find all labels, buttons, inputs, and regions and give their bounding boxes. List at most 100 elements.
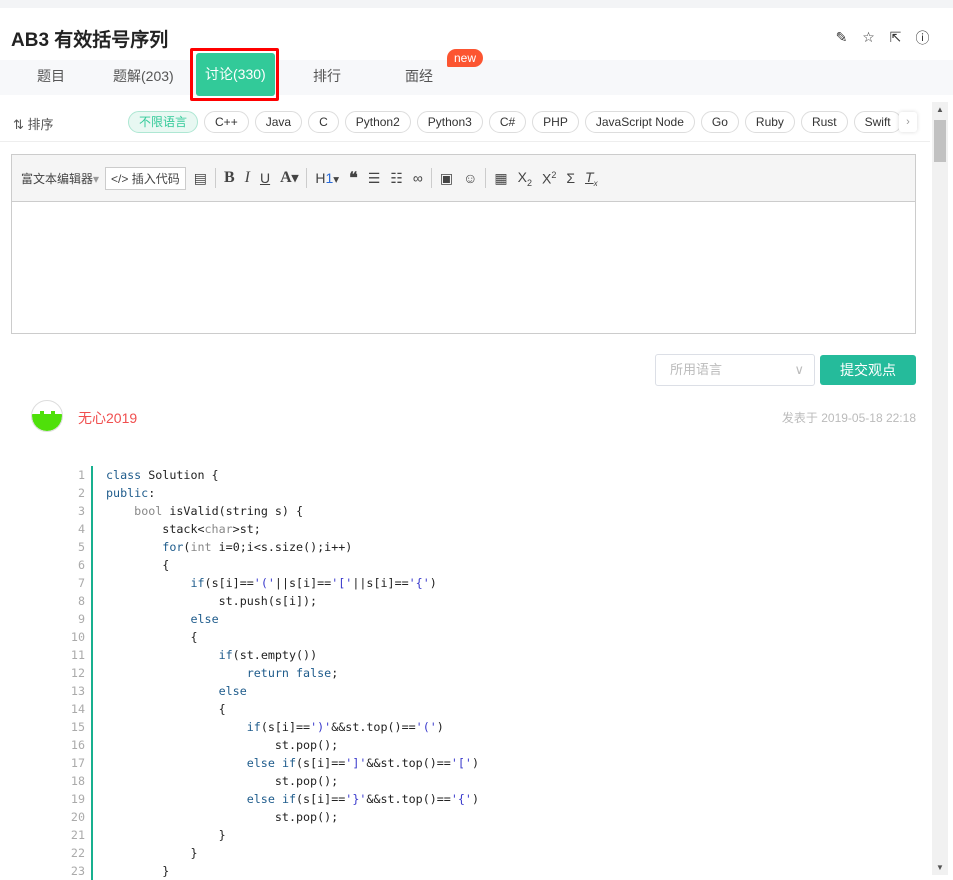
line-number: 19 — [70, 792, 85, 806]
language-chip[interactable]: Python3 — [416, 111, 483, 133]
unordered-list-icon[interactable]: ☷ — [388, 170, 405, 187]
language-chip[interactable]: PHP — [532, 111, 579, 133]
link-icon[interactable]: ∞ — [411, 170, 425, 186]
editor-content[interactable] — [12, 202, 915, 333]
share-icon[interactable]: ⇱ — [887, 29, 904, 46]
code-line: 2 public: — [60, 484, 920, 502]
language-chip[interactable]: C# — [488, 111, 527, 133]
avatar[interactable] — [31, 400, 63, 432]
code-text: st.pop(); — [106, 774, 339, 788]
code-text: else — [218, 684, 247, 698]
line-number: 6 — [77, 558, 85, 572]
language-chip[interactable]: Go — [700, 111, 739, 133]
info-icon[interactable]: ⓘ — [914, 29, 931, 46]
line-number: 12 — [70, 666, 85, 680]
quote-icon[interactable]: ❝ — [347, 168, 360, 188]
scrollbar[interactable]: ▲ ▼ — [932, 102, 948, 875]
formula-icon[interactable]: Σ — [564, 170, 577, 186]
superscript-icon[interactable]: X2 — [540, 170, 558, 187]
table-icon[interactable]: ▦ — [492, 170, 509, 187]
code-text: public: — [106, 486, 156, 500]
font-color-icon[interactable]: A▾ — [278, 169, 300, 187]
submit-button[interactable]: 提交观点 — [820, 355, 916, 385]
line-number: 9 — [77, 612, 85, 626]
language-chip[interactable]: Rust — [800, 111, 848, 133]
language-chip[interactable]: Python2 — [344, 111, 411, 133]
author-name[interactable]: 无心2019 — [78, 408, 137, 428]
line-number: 11 — [70, 648, 85, 662]
sort-button[interactable]: ⇅ 排序 — [13, 114, 54, 133]
top-strip — [0, 0, 953, 8]
code-line: 11 if(st.empty()) — [60, 646, 920, 664]
line-number: 17 — [70, 756, 85, 770]
code-text: { — [106, 702, 226, 716]
code-text: stack<char>st; — [106, 522, 261, 536]
tab-ranking[interactable]: 排行 — [313, 60, 341, 95]
tab-solutions[interactable]: 题解(203) — [113, 60, 174, 95]
scrollbar-thumb[interactable] — [934, 120, 946, 162]
code-line: 16 st.pop(); — [60, 736, 920, 754]
tab-problem[interactable]: 题目 — [37, 60, 65, 95]
insert-code-button[interactable]: </> 插入代码 — [105, 166, 186, 190]
code-line: 18 st.pop(); — [60, 772, 920, 790]
highlight-box — [190, 48, 279, 101]
line-number: 15 — [70, 720, 85, 734]
line-number: 14 — [70, 702, 85, 716]
code-line: 21 } — [60, 826, 920, 844]
language-chip[interactable]: C++ — [204, 111, 249, 133]
line-number: 16 — [70, 738, 85, 752]
ordered-list-icon[interactable]: ☰ — [366, 170, 383, 187]
line-number: 2 — [77, 486, 85, 500]
clear-format-icon[interactable]: Tx — [583, 169, 600, 188]
code-line: 8 st.push(s[i]); — [60, 592, 920, 610]
scroll-down-icon[interactable]: ▼ — [932, 863, 948, 872]
language-chip[interactable]: Ruby — [744, 111, 795, 133]
code-text: st.pop(); — [106, 810, 339, 824]
line-number: 7 — [77, 576, 85, 590]
code-text: class Solution { — [106, 468, 219, 482]
tab-interview[interactable]: 面经 — [405, 60, 433, 95]
page-title: AB3 有效括号序列 — [11, 30, 169, 51]
chevron-right-icon[interactable]: › — [899, 112, 917, 132]
language-chip[interactable]: C — [308, 111, 339, 133]
code-text: { — [106, 630, 198, 644]
image-icon[interactable]: ▣ — [438, 170, 455, 187]
code-line: 10 { — [60, 628, 920, 646]
document-icon[interactable]: ▤ — [192, 170, 209, 187]
code-line: 7 if(s[i]=='('||s[i]=='['||s[i]=='{') — [60, 574, 920, 592]
code-text: } — [106, 828, 226, 842]
code-line: 9 else — [60, 610, 920, 628]
new-badge: new — [447, 49, 484, 67]
subscript-icon[interactable]: X2 — [516, 169, 534, 188]
editor-toolbar: 富文本编辑器▾ </> 插入代码 ▤ B I U A▾ H1▾ ❝ ☰ ☷ ∞ … — [12, 155, 915, 202]
language-chip[interactable]: Swift — [853, 111, 902, 133]
language-chip[interactable]: 不限语言 — [128, 111, 199, 133]
line-number: 5 — [77, 540, 85, 554]
code-text: bool isValid(string s) { — [134, 504, 304, 518]
line-number: 4 — [77, 522, 85, 536]
underline-icon[interactable]: U — [258, 170, 272, 186]
heading-icon[interactable]: H1▾ — [313, 170, 341, 186]
italic-icon[interactable]: I — [243, 169, 252, 187]
star-icon[interactable]: ☆ — [860, 29, 877, 46]
code-text: return false; — [246, 666, 339, 680]
line-number: 20 — [70, 810, 85, 824]
language-filter: ⇅ 排序 不限语言 C++ Java C Python2 Python3 C# PHP Java… — [0, 102, 930, 142]
language-select[interactable]: 所用语言 ∨ — [655, 354, 815, 386]
code-text: if(st.empty()) — [218, 648, 318, 662]
code-line: 17 else if(s[i]==']'&&st.top()=='[') — [60, 754, 920, 772]
edit-icon[interactable]: ✎ — [833, 29, 850, 46]
line-number: 22 — [70, 846, 85, 860]
emoji-icon[interactable]: ☺ — [461, 170, 479, 186]
bold-icon[interactable]: B — [222, 169, 237, 187]
scroll-up-icon[interactable]: ▲ — [932, 105, 948, 114]
code-line: 4 stack<char>st; — [60, 520, 920, 538]
language-chip[interactable]: Java — [254, 111, 303, 133]
editor-mode-select[interactable]: 富文本编辑器▾ — [21, 170, 99, 187]
code-text: st.push(s[i]); — [106, 594, 318, 608]
language-chip[interactable]: JavaScript Node — [584, 111, 695, 133]
code-line: 12 return false; — [60, 664, 920, 682]
code-line: 3 bool isValid(string s) { — [60, 502, 920, 520]
rich-text-editor: 富文本编辑器▾ </> 插入代码 ▤ B I U A▾ H1▾ ❝ ☰ ☷ ∞ … — [11, 154, 916, 334]
code-text: else if(s[i]==']'&&st.top()=='[') — [246, 756, 480, 770]
